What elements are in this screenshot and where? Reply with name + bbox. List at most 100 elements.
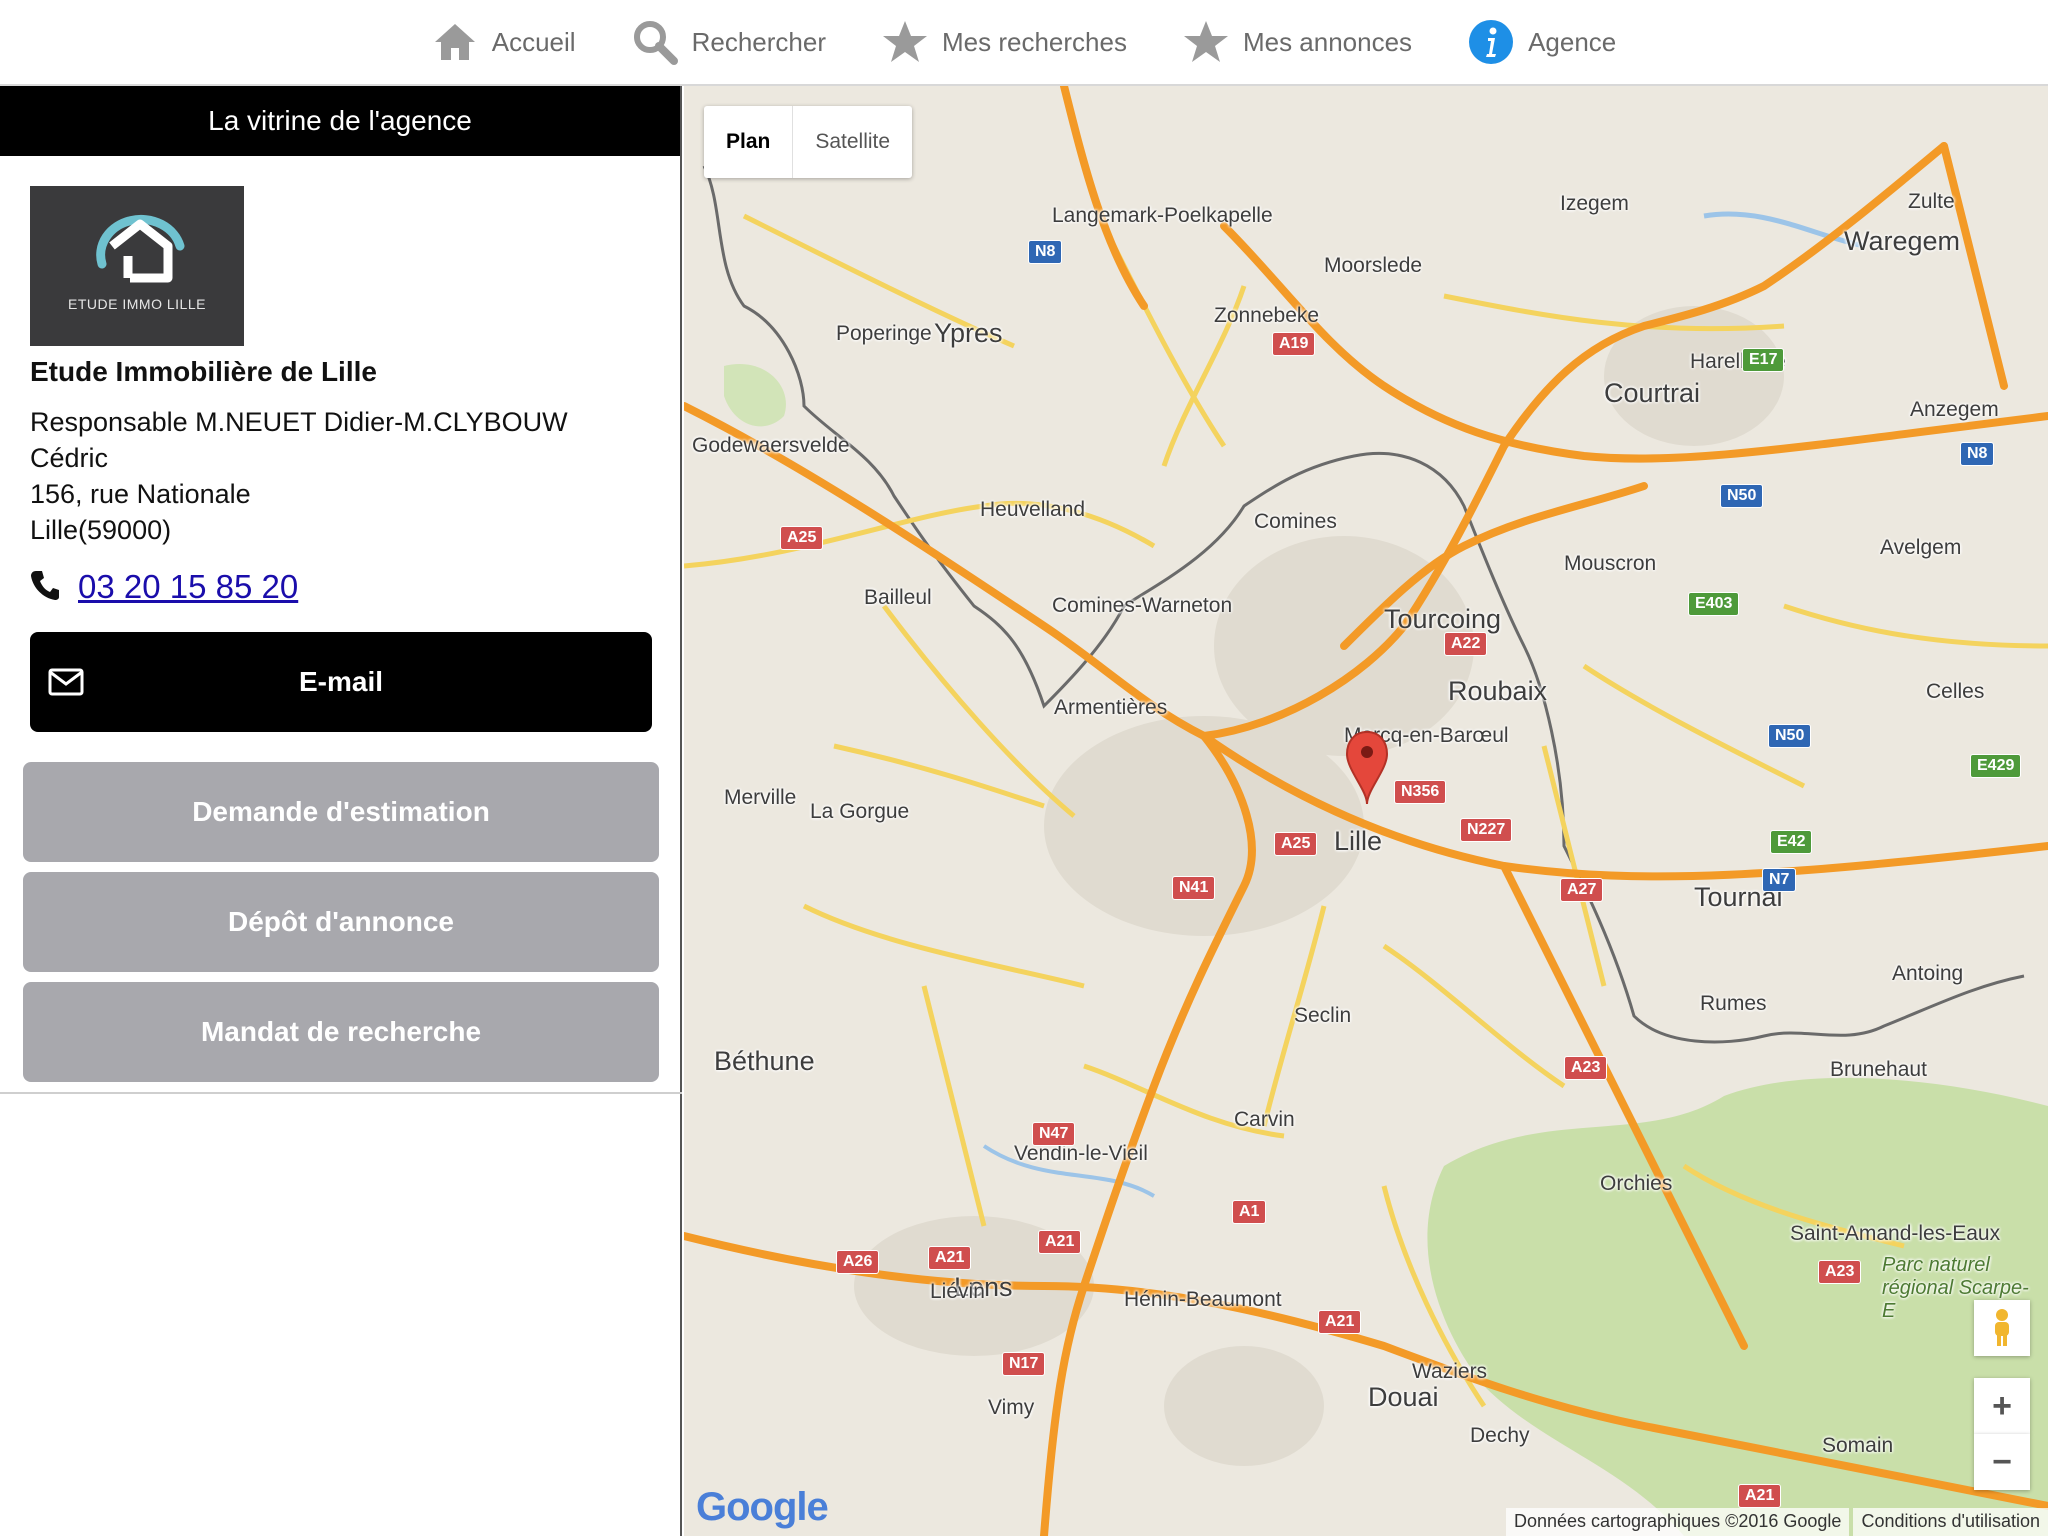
- map-view[interactable]: Lille Roubaix Tourcoing Courtrai Mouscron Ypr…: [684, 86, 2048, 1536]
- map-place-label: Béthune: [714, 1046, 815, 1076]
- map-place-label: Mouscron: [1564, 552, 1657, 575]
- map-place-label: Ypres: [934, 318, 1003, 348]
- map-footer: Données cartographiques ©2016 Google Con…: [1502, 1508, 2048, 1536]
- map-place-label: Waregem: [1844, 226, 1961, 256]
- road-shield: N47: [1032, 1122, 1076, 1146]
- road-shield: A23: [1818, 1260, 1862, 1284]
- star-icon: [1183, 19, 1229, 65]
- agency-name: Etude Immobilière de Lille: [30, 356, 377, 387]
- road-shield: A22: [1444, 632, 1488, 656]
- road-shield: A21: [1318, 1310, 1362, 1334]
- map-place-label: Courtrai: [1604, 378, 1701, 408]
- phone-icon: [30, 569, 60, 606]
- road-shield: N50: [1768, 724, 1812, 748]
- map-place-label: Avelgem: [1880, 536, 1962, 559]
- road-shield: N7: [1762, 868, 1797, 892]
- phone-link[interactable]: 03 20 15 85 20: [78, 568, 298, 606]
- map-place-label: Godewaersvelde: [692, 434, 850, 457]
- map-place-label: Bailleul: [864, 586, 932, 609]
- nav-label-agence: Agence: [1528, 26, 1617, 57]
- phone-row: 03 20 15 85 20: [30, 568, 298, 606]
- map-place-label: Dechy: [1470, 1424, 1530, 1447]
- road-shield: A25: [1274, 832, 1318, 856]
- map-place-label: Saint-Amand-les-Eaux: [1790, 1222, 2001, 1245]
- map-place-label: Tourcoing: [1384, 604, 1502, 634]
- map-place-label: Anzegem: [1910, 398, 1999, 421]
- map-place-label: Waziers: [1412, 1360, 1488, 1383]
- map-place-label: Langemark-Poelkapelle: [1052, 204, 1273, 227]
- agency-street: 156, rue Nationale: [30, 479, 251, 509]
- map-place-label: Vimy: [988, 1396, 1035, 1419]
- home-icon: [432, 19, 478, 65]
- map-place-label: Izegem: [1560, 192, 1629, 215]
- road-shield: N8: [1028, 240, 1063, 264]
- map-place-label: Celles: [1926, 680, 1985, 703]
- road-shield: N8: [1960, 442, 1995, 466]
- road-shield: N227: [1460, 818, 1513, 842]
- panel-header: La vitrine de l'agence: [0, 86, 680, 156]
- mail-icon: [48, 668, 84, 701]
- map-place-label: Zulte: [1908, 190, 1955, 213]
- zoom-out-button[interactable]: −: [1974, 1434, 2030, 1490]
- agency-panel: La vitrine de l'agence ETUDE IMMO LILLE …: [0, 86, 682, 1536]
- map-place-label: Heuvelland: [980, 498, 1086, 521]
- road-shield: N356: [1394, 780, 1447, 804]
- map-attribution: Données cartographiques ©2016 Google: [1505, 1508, 1850, 1536]
- road-shield: E42: [1770, 830, 1813, 854]
- road-shield: A26: [836, 1250, 880, 1274]
- logo-text: ETUDE IMMO LILLE: [68, 296, 206, 312]
- panel-separator: [0, 1092, 682, 1094]
- road-shield: A23: [1564, 1056, 1608, 1080]
- road-shield: E429: [1970, 754, 2022, 778]
- agency-logo: ETUDE IMMO LILLE: [30, 186, 244, 346]
- listing-deposit-button[interactable]: Dépôt d'annonce: [23, 872, 659, 972]
- location-marker[interactable]: [1345, 730, 1389, 806]
- nav-label-mes-recherches: Mes recherches: [941, 26, 1127, 57]
- map-terms-link[interactable]: Conditions d'utilisation: [1853, 1508, 2048, 1536]
- map-place-label: Lille: [1334, 826, 1383, 856]
- nav-item-agence[interactable]: Agence: [1468, 0, 1616, 85]
- map-place-label: La Gorgue: [810, 800, 910, 823]
- agency-city: Lille(59000): [30, 515, 172, 545]
- map-type-plan-button[interactable]: Plan: [704, 106, 792, 178]
- nav-item-mes-annonces[interactable]: Mes annonces: [1183, 0, 1412, 85]
- map-type-satellite-button[interactable]: Satellite: [792, 106, 912, 178]
- nav-label-rechercher: Rechercher: [691, 26, 826, 57]
- map-place-label: Orchies: [1600, 1172, 1673, 1195]
- nav-label-mes-annonces: Mes annonces: [1242, 26, 1413, 57]
- road-shield: N41: [1172, 876, 1216, 900]
- road-shield: A19: [1272, 332, 1316, 356]
- map-place-label: Roubaix: [1448, 676, 1548, 706]
- map-place-label: Comines: [1254, 510, 1337, 533]
- map-place-label: Douai: [1368, 1382, 1439, 1412]
- map-place-label: Comines-Warneton: [1052, 594, 1233, 617]
- road-shield: A21: [928, 1246, 972, 1270]
- map-place-label: Seclin: [1294, 1004, 1352, 1027]
- info-icon: [1468, 19, 1514, 65]
- google-logo: Google: [696, 1485, 829, 1529]
- nav-item-mes-recherches[interactable]: Mes recherches: [882, 0, 1127, 85]
- map-place-label: Somain: [1822, 1434, 1894, 1457]
- road-shield: N50: [1720, 484, 1764, 508]
- road-shield: A27: [1560, 878, 1604, 902]
- map-place-label: Poperinge: [836, 322, 932, 345]
- map-place-label: Moorslede: [1324, 254, 1423, 277]
- email-button[interactable]: E-mail: [30, 632, 652, 732]
- road-shield: A1: [1232, 1200, 1267, 1224]
- map-place-label: Antoing: [1892, 962, 1964, 985]
- nav-item-accueil[interactable]: Accueil: [432, 0, 576, 85]
- search-mandate-button[interactable]: Mandat de recherche: [23, 982, 659, 1082]
- map-place-label: Merville: [724, 786, 797, 809]
- map-place-label: Armentières: [1054, 696, 1168, 719]
- zoom-in-button[interactable]: +: [1974, 1378, 2030, 1434]
- road-shield: A21: [1038, 1230, 1082, 1254]
- search-icon: [632, 19, 678, 65]
- nav-item-rechercher[interactable]: Rechercher: [632, 0, 826, 85]
- estimation-request-button[interactable]: Demande d'estimation: [23, 762, 659, 862]
- map-place-label: Carvin: [1234, 1108, 1295, 1131]
- road-shield: N17: [1002, 1352, 1046, 1376]
- pegman-icon: [1995, 1309, 2009, 1346]
- map-type-control: Plan Satellite: [704, 106, 913, 178]
- top-navigation: Accueil Rechercher Mes recherches Mes an…: [0, 0, 2048, 86]
- street-view-pegman[interactable]: [1974, 1300, 2030, 1356]
